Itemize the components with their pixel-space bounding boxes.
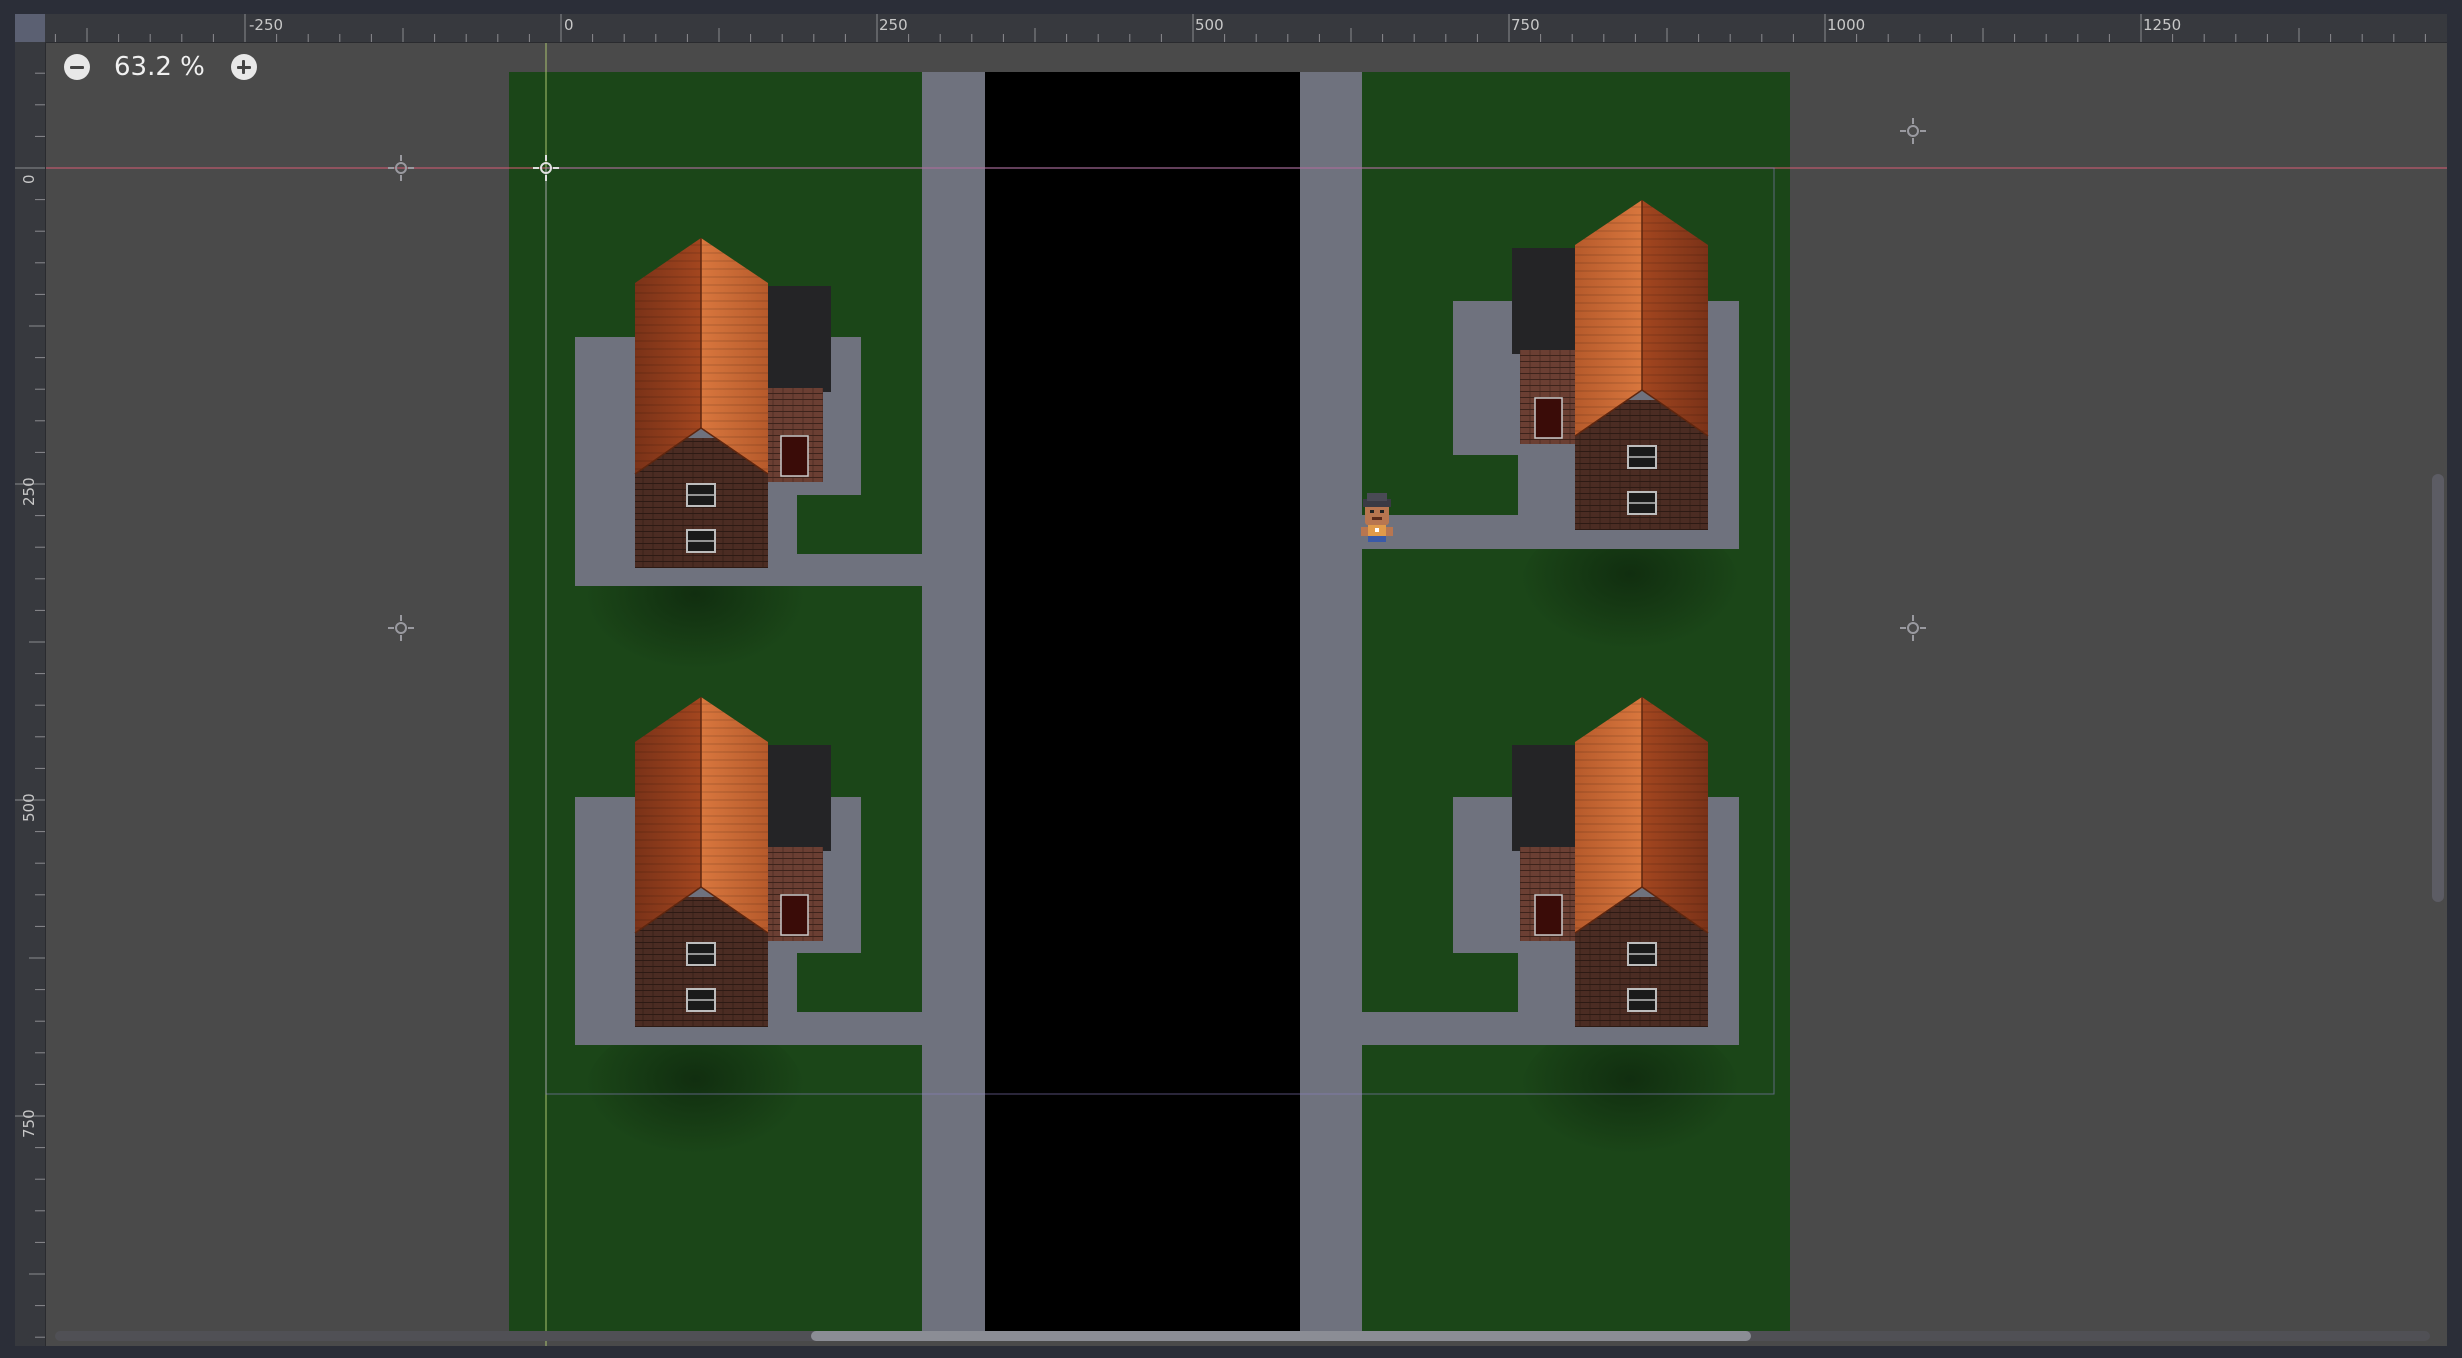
zoom-in-button[interactable] <box>227 50 261 84</box>
sidewalk-left <box>922 72 985 1336</box>
crosshair-icon <box>1900 615 1926 641</box>
zoom-out-button[interactable] <box>60 50 94 84</box>
editor-window: -250 0 250 500 750 1000 1250 0 250 500 7… <box>0 0 2462 1358</box>
ruler-ticks-h <box>54 14 2426 42</box>
ruler-label: -250 <box>249 16 284 34</box>
plus-circle-icon <box>230 54 257 80</box>
ruler-label: 1000 <box>1827 16 1866 34</box>
window-frame-left <box>0 0 15 1358</box>
window-frame-right <box>2447 0 2462 1358</box>
vertical-ruler[interactable]: 0 250 500 750 <box>15 42 46 1346</box>
scene-canvas[interactable] <box>15 14 2447 1346</box>
window-frame-bottom <box>0 1346 2462 1358</box>
ruler-label: 750 <box>1511 16 1540 34</box>
minus-circle-icon <box>64 54 90 80</box>
ruler-ticks-v <box>15 72 45 1338</box>
horizontal-scrollbar-thumb[interactable] <box>811 1331 1751 1341</box>
ruler-label: 0 <box>20 174 38 184</box>
zoom-level[interactable]: 63.2 % <box>94 52 227 82</box>
ruler-corner <box>15 14 45 42</box>
road <box>985 72 1300 1336</box>
ruler-label: 0 <box>564 16 574 34</box>
scene-viewport[interactable]: -250 0 250 500 750 1000 1250 0 250 500 7… <box>15 14 2447 1346</box>
ruler-label: 250 <box>879 16 908 34</box>
vertical-scrollbar-thumb[interactable] <box>2432 474 2444 902</box>
ruler-label: 250 <box>20 477 38 506</box>
crosshair-icon <box>388 615 414 641</box>
sidewalk-right <box>1300 72 1362 1336</box>
window-frame-top <box>0 0 2462 14</box>
character-sprite[interactable] <box>1361 493 1393 542</box>
horizontal-ruler[interactable]: -250 0 250 500 750 1000 1250 <box>45 14 2447 43</box>
ruler-label: 1250 <box>2143 16 2182 34</box>
crosshair-icon <box>1900 118 1926 144</box>
ruler-label: 750 <box>20 1109 38 1138</box>
ruler-label: 500 <box>1195 16 1224 34</box>
ruler-label: 500 <box>20 793 38 822</box>
zoom-controls: 63.2 % <box>60 47 261 87</box>
